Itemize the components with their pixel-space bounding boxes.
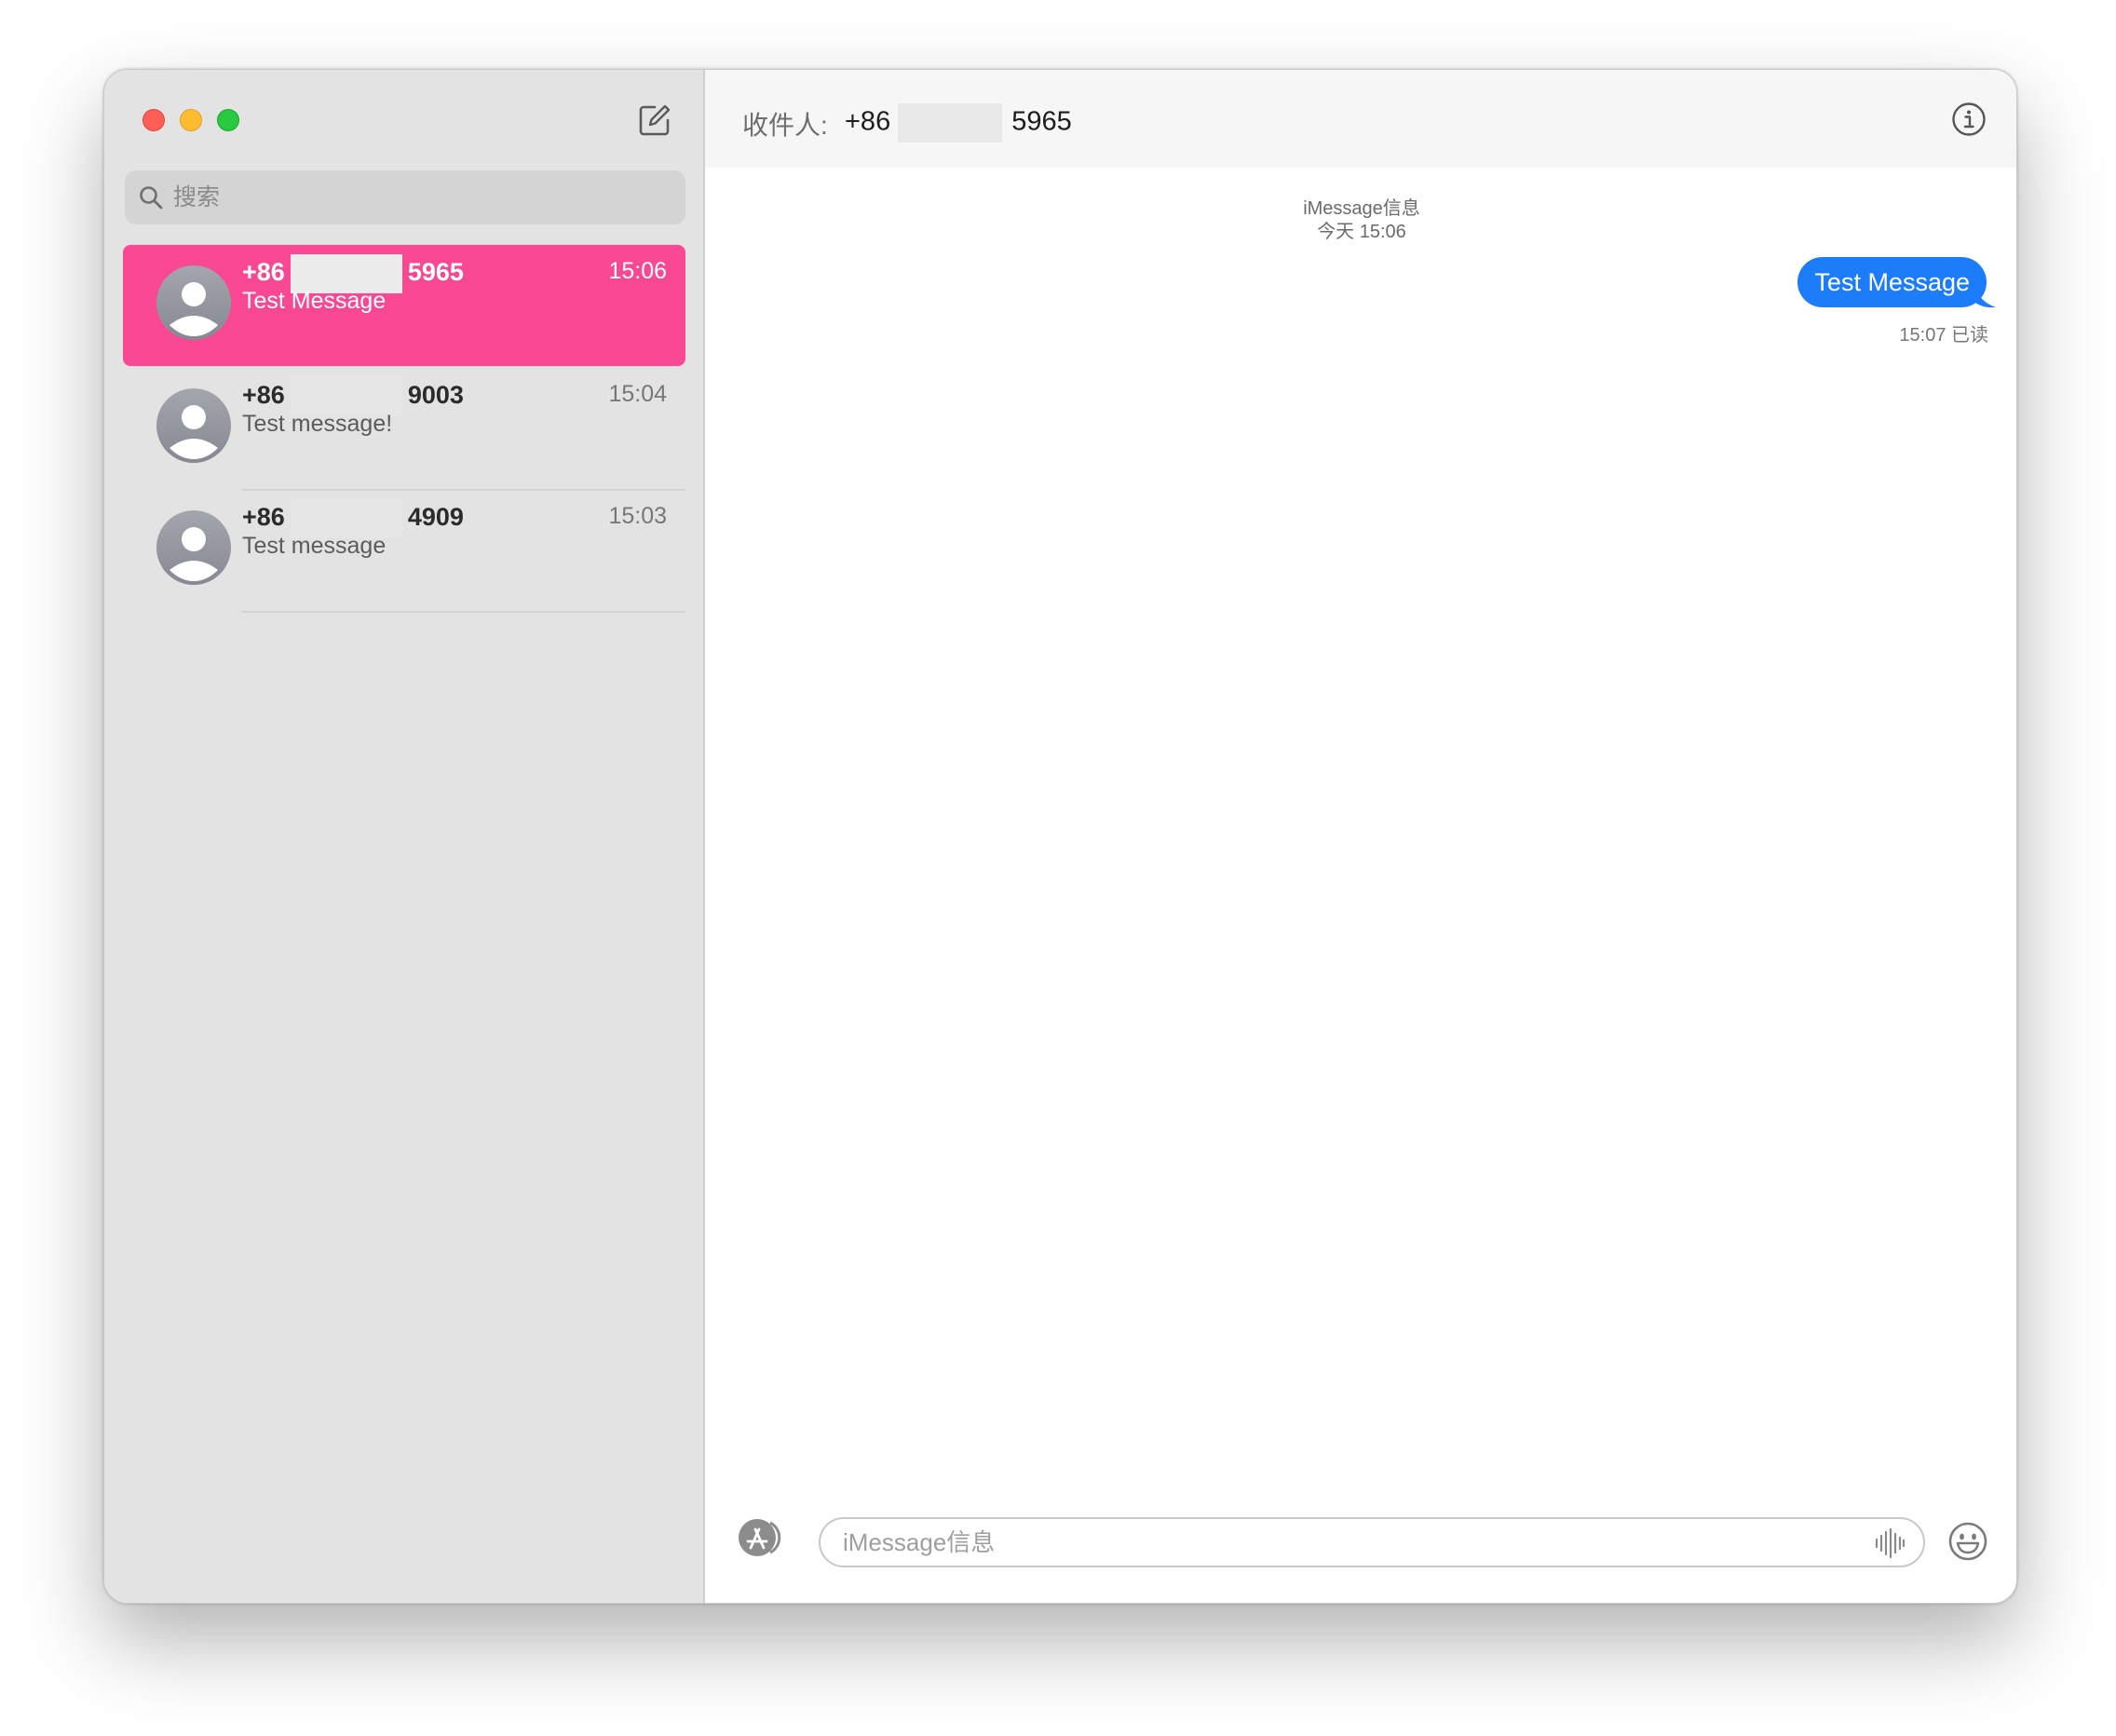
conversation-time: 15:04: [608, 381, 667, 407]
emoji-icon: [1948, 1522, 1987, 1561]
phone-suffix: 4909: [407, 503, 464, 532]
recipient-bar: 收件人: +86 5965: [705, 70, 2016, 168]
info-icon: [1952, 102, 1986, 136]
bubble-tail: [1975, 284, 1996, 308]
contact-avatar-icon: [156, 388, 231, 463]
search-field[interactable]: [125, 170, 685, 224]
phone-prefix: +86: [242, 503, 285, 532]
recipient-field[interactable]: +86 5965: [845, 103, 1072, 142]
close-window-button[interactable]: [142, 109, 165, 131]
read-receipt: 15:07 已读: [1899, 325, 1988, 346]
conversation-row[interactable]: +86 9003 15:04 Test message!: [123, 368, 685, 489]
conversation-preview: Test message: [242, 533, 387, 559]
redacted-digits: [898, 103, 1003, 142]
details-button[interactable]: [1951, 102, 1987, 137]
compose-icon: [639, 104, 671, 136]
conversation-time: 15:03: [608, 503, 667, 529]
search-icon: [140, 186, 163, 210]
zoom-window-button[interactable]: [217, 109, 239, 131]
phone-suffix: 5965: [407, 258, 464, 287]
waveform-icon: [1875, 1527, 1906, 1559]
contact-avatar-icon: [156, 510, 231, 585]
phone-prefix: +86: [242, 258, 285, 287]
message-input[interactable]: [843, 1519, 1867, 1566]
conversation-pane: 收件人: +86 5965 iMessage信息 今天 15:06 Test Me…: [705, 70, 2016, 1603]
apps-button[interactable]: [733, 1517, 789, 1558]
sidebar: +86 5965 15:06 Test Message +86 9003 15:04…: [104, 70, 705, 1603]
phone-prefix: +86: [242, 381, 285, 410]
avatar: [156, 265, 231, 340]
composer: [705, 1482, 2016, 1603]
minimize-window-button[interactable]: [180, 109, 202, 131]
divider: [242, 611, 685, 613]
timestamp-label: 今天 15:06: [1317, 222, 1406, 242]
conversation-preview: Test Message: [242, 288, 387, 314]
compose-button[interactable]: [636, 102, 673, 139]
avatar: [156, 510, 231, 585]
conversation-row[interactable]: +86 5965 15:06 Test Message: [123, 245, 685, 366]
contact-avatar-icon: [156, 265, 231, 340]
app-store-icon: [739, 1519, 781, 1556]
emoji-button[interactable]: [1947, 1521, 1988, 1562]
to-label: 收件人:: [742, 111, 828, 140]
sent-message-bubble[interactable]: Test Message: [1797, 257, 1987, 307]
audio-message-button[interactable]: [1873, 1527, 1906, 1559]
phone-suffix: 9003: [407, 381, 464, 410]
search-input[interactable]: [173, 170, 667, 224]
conversation-row[interactable]: +86 4909 15:03 Test message: [123, 490, 685, 611]
conversation-time: 15:06: [608, 258, 667, 284]
recipient-suffix: 5965: [1011, 106, 1072, 137]
avatar: [156, 388, 231, 463]
conversation-preview: Test message!: [242, 411, 393, 437]
message-field[interactable]: [819, 1517, 1925, 1567]
messages-window: +86 5965 15:06 Test Message +86 9003 15:04…: [103, 69, 2017, 1604]
recipient-prefix: +86: [845, 106, 891, 137]
